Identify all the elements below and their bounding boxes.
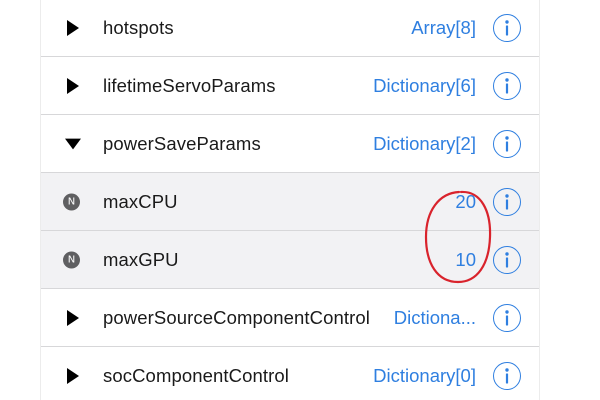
list-row-soccomponentcontrol[interactable]: socComponentControl Dictionary[0]: [41, 347, 539, 400]
info-icon[interactable]: [493, 245, 521, 274]
row-value: Array[8]: [411, 17, 476, 38]
number-type-badge: N: [63, 193, 80, 210]
info-icon[interactable]: [493, 187, 521, 216]
row-value: Dictionary[2]: [373, 132, 476, 154]
list-row-powersaveparams[interactable]: powerSaveParams Dictionary[2]: [41, 115, 539, 173]
row-value: Dictiona...: [393, 306, 476, 328]
collapsed-triangle-icon[interactable]: [65, 77, 81, 95]
list-row-lifetimeservoparams[interactable]: lifetimeServoParams Dictionary[6]: [41, 57, 539, 115]
collapsed-triangle-icon[interactable]: [65, 19, 81, 37]
row-value: Dictionary[6]: [373, 74, 476, 96]
row-key: lifetimeServoParams: [103, 74, 276, 96]
list-row-powersourcecomponentcontrol[interactable]: powerSourceComponentControl Dictiona...: [41, 289, 539, 347]
row-key: socComponentControl: [103, 365, 289, 386]
property-list: hotspots Array[8] lifetimeServoParams Di…: [40, 0, 540, 400]
collapsed-triangle-icon[interactable]: [65, 309, 81, 327]
row-value[interactable]: 20: [455, 191, 476, 213]
number-type-badge: N: [63, 251, 80, 268]
row-key: hotspots: [103, 17, 174, 38]
row-key: maxGPU: [103, 248, 179, 270]
screen: hotspots Array[8] lifetimeServoParams Di…: [0, 0, 600, 400]
list-row-hotspots[interactable]: hotspots Array[8]: [41, 0, 539, 57]
info-icon[interactable]: [493, 303, 521, 332]
row-key: powerSourceComponentControl: [103, 306, 370, 328]
collapsed-triangle-icon[interactable]: [65, 367, 81, 385]
row-key: maxCPU: [103, 190, 178, 212]
info-icon[interactable]: [493, 71, 521, 100]
expanded-triangle-icon[interactable]: [65, 135, 81, 153]
list-row-maxcpu[interactable]: N maxCPU 20: [41, 173, 539, 231]
row-value[interactable]: 10: [455, 249, 476, 271]
list-row-maxgpu[interactable]: N maxGPU 10: [41, 231, 539, 289]
info-icon[interactable]: [493, 362, 521, 390]
row-value: Dictionary[0]: [373, 365, 476, 386]
info-icon[interactable]: [493, 14, 521, 42]
row-key: powerSaveParams: [103, 132, 261, 154]
info-icon[interactable]: [493, 129, 521, 158]
